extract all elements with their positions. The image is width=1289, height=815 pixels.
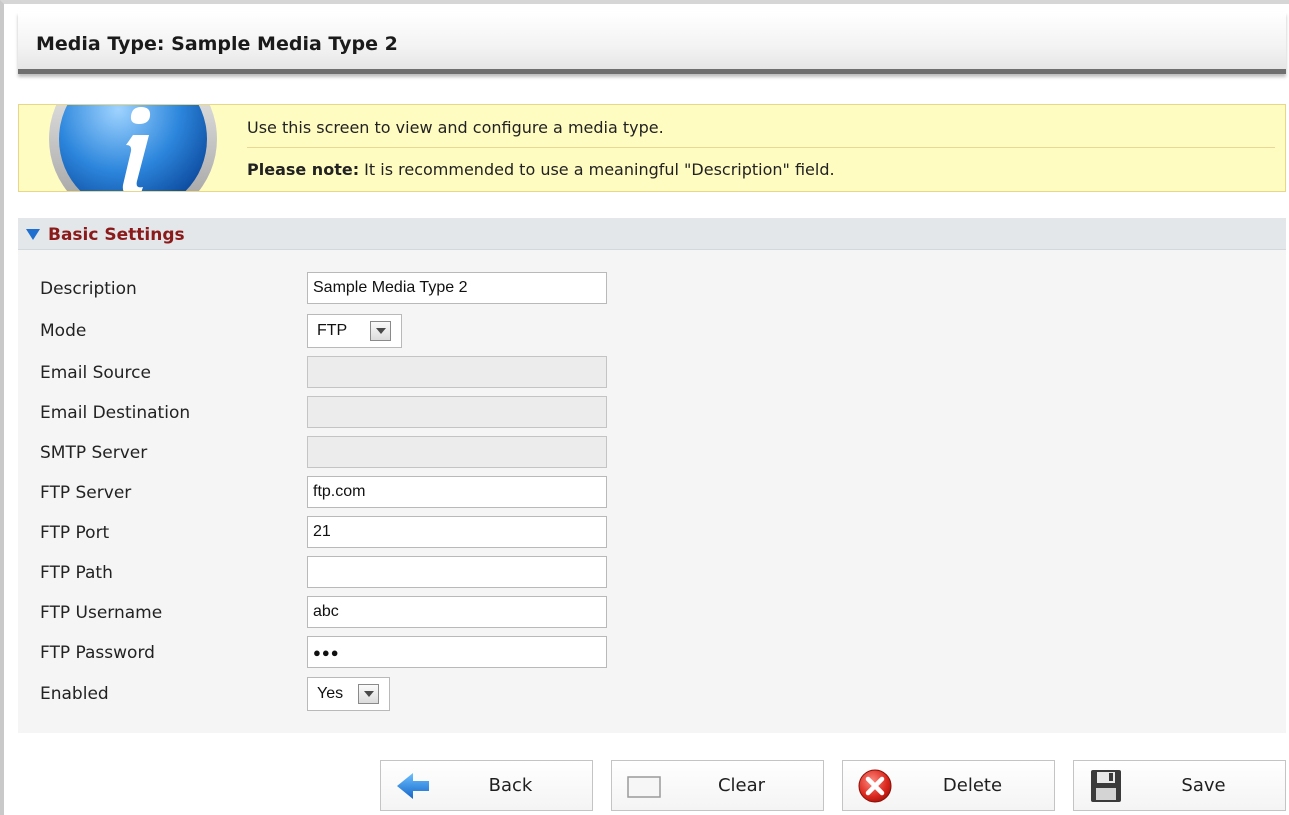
- mode-label: Mode: [40, 321, 87, 341]
- info-icon: [49, 105, 217, 191]
- description-label: Description: [40, 279, 137, 299]
- clear-button[interactable]: Clear: [611, 760, 824, 811]
- ftp-server-field[interactable]: ftp.com: [307, 476, 607, 508]
- email-destination-field: [307, 396, 607, 428]
- mode-selected-value: FTP: [317, 322, 348, 339]
- info-banner: Use this screen to view and configure a …: [18, 104, 1286, 192]
- ftp-server-label: FTP Server: [40, 483, 132, 503]
- ftp-path-field[interactable]: [307, 556, 607, 588]
- chevron-down-icon[interactable]: [370, 321, 391, 341]
- enabled-select[interactable]: Yes: [307, 677, 390, 711]
- ftp-port-field[interactable]: 21: [307, 516, 607, 548]
- smtp-server-label: SMTP Server: [40, 443, 148, 463]
- page-header: Media Type: Sample Media Type 2: [18, 12, 1286, 74]
- delete-button[interactable]: Delete: [842, 760, 1055, 811]
- enabled-label: Enabled: [40, 684, 109, 704]
- description-field[interactable]: Sample Media Type 2: [307, 272, 607, 304]
- ftp-path-label: FTP Path: [40, 563, 113, 583]
- ftp-username-field[interactable]: abc: [307, 596, 607, 628]
- section-title: Basic Settings: [48, 225, 185, 245]
- info-message: Use this screen to view and configure a …: [247, 118, 664, 137]
- save-button-label: Save: [1181, 775, 1226, 796]
- collapse-triangle-icon[interactable]: [26, 229, 40, 240]
- clear-button-label: Clear: [717, 775, 766, 796]
- info-divider: [247, 147, 1275, 148]
- info-note-text: It is recommended to use a meaningful "D…: [359, 160, 835, 179]
- ftp-username-label: FTP Username: [40, 603, 163, 623]
- ftp-password-label: FTP Password: [40, 643, 155, 663]
- email-source-field: [307, 356, 607, 388]
- enabled-selected-value: Yes: [317, 685, 344, 702]
- back-button-label: Back: [488, 775, 533, 796]
- email-source-label: Email Source: [40, 363, 151, 383]
- email-destination-label: Email Destination: [40, 403, 191, 423]
- delete-button-label: Delete: [942, 775, 1003, 796]
- info-note: Please note: It is recommended to use a …: [247, 160, 835, 179]
- info-note-label: Please note:: [247, 160, 360, 179]
- back-button[interactable]: Back: [380, 760, 593, 811]
- ftp-password-field[interactable]: ●●●: [307, 636, 607, 668]
- ftp-port-label: FTP Port: [40, 523, 110, 543]
- mode-select[interactable]: FTP: [307, 314, 402, 348]
- save-button[interactable]: Save: [1073, 760, 1286, 811]
- smtp-server-field: [307, 436, 607, 468]
- basic-settings-header[interactable]: Basic Settings: [18, 218, 1286, 250]
- chevron-down-icon[interactable]: [358, 684, 379, 704]
- page-title: Media Type: Sample Media Type 2: [36, 33, 398, 55]
- basic-settings-section: Basic Settings Description Sample Media …: [18, 218, 1286, 733]
